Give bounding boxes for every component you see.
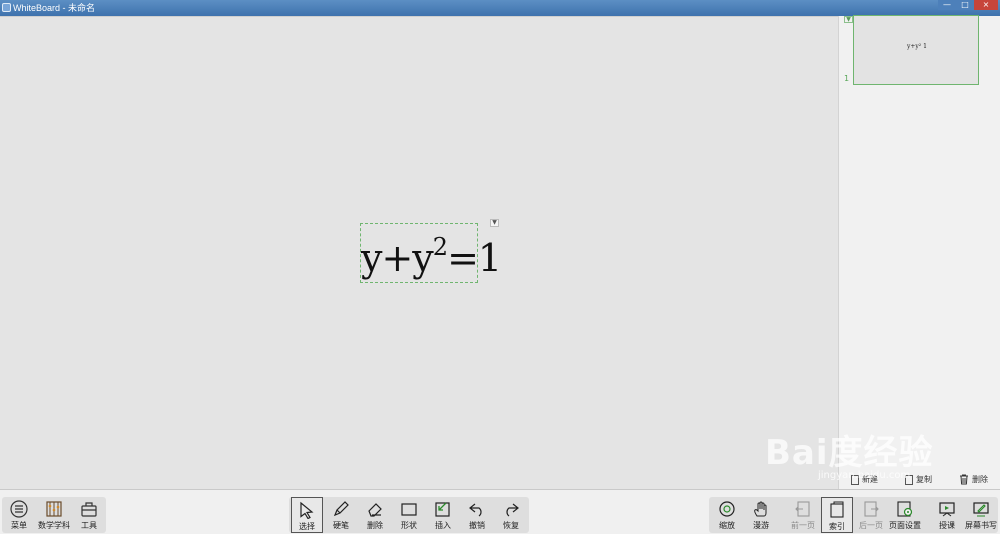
formula-selection-box[interactable]: y+y2=1: [360, 223, 502, 283]
page-settings-icon: [897, 501, 913, 517]
prev-page-icon: [795, 501, 810, 517]
trash-icon: [960, 474, 968, 485]
page-settings-button[interactable]: 页面设置: [889, 497, 921, 533]
hand-icon: [754, 501, 767, 517]
zoom-icon: [719, 501, 735, 517]
copy-page-label: 复制: [916, 475, 932, 484]
pen-icon: [333, 501, 349, 517]
page-settings-label: 页面设置: [889, 521, 921, 530]
window-title: WhiteBoard - 未命名: [13, 3, 96, 13]
rectangle-icon: [401, 503, 417, 516]
index-icon: [830, 501, 844, 518]
pan-button[interactable]: 漫游: [745, 497, 777, 533]
math-subject-button[interactable]: 数学学科: [38, 497, 70, 533]
prev-page-button[interactable]: 前一页: [787, 497, 819, 533]
toolbar-center-group: 选择 硬笔 删除 形状 插入 撤销 恢复: [289, 497, 529, 533]
menu-button[interactable]: 菜单: [4, 497, 34, 533]
page-actions: 新建 复制 删除: [839, 471, 1000, 489]
formula-rest: =1: [447, 236, 502, 280]
tools-button[interactable]: 工具: [74, 497, 104, 533]
insert-icon: [435, 502, 450, 517]
chevron-down-icon[interactable]: ▼: [490, 219, 499, 227]
formula-base: y+y: [361, 236, 434, 280]
whiteboard-canvas[interactable]: y+y2=1 ▼: [0, 16, 838, 489]
new-page-icon: [851, 474, 859, 485]
toolbox-icon: [81, 502, 97, 517]
screen-write-label: 屏幕书写: [965, 521, 997, 530]
formula-exponent: 2: [432, 233, 448, 261]
new-page-label: 新建: [862, 475, 878, 484]
title-bar: WhiteBoard - 未命名 — □ ×: [0, 0, 1000, 16]
present-icon: [939, 502, 955, 517]
toolbar-left-group: 菜单 数学学科 工具: [2, 497, 106, 533]
copy-page-icon: [905, 474, 913, 485]
screen-write-icon: [973, 502, 989, 517]
pan-label: 漫游: [753, 521, 769, 530]
menu-icon: [10, 500, 28, 518]
abacus-icon: [46, 501, 62, 517]
page-index-panel: ▼ y+y² 1 1 新建 复制 删除: [838, 15, 1000, 489]
copy-page-button[interactable]: 复制: [905, 471, 932, 489]
minimize-button[interactable]: —: [938, 0, 956, 10]
undo-icon: [469, 503, 482, 517]
maximize-button[interactable]: □: [956, 0, 974, 10]
app-icon: [2, 3, 11, 12]
new-page-button[interactable]: 新建: [851, 471, 878, 489]
chevron-down-icon[interactable]: ▼: [844, 16, 853, 23]
close-button[interactable]: ×: [974, 0, 998, 10]
page-thumbnail[interactable]: y+y² 1: [853, 15, 979, 85]
tools-label: 工具: [81, 521, 97, 530]
screen-write-button[interactable]: 屏幕书写: [965, 497, 997, 533]
delete-page-label: 删除: [972, 475, 988, 484]
delete-page-button[interactable]: 删除: [959, 471, 988, 489]
bottom-toolbar: 菜单 数学学科 工具 选择 硬笔 删除 形状 插入 撤销 恢复 缩放 漫游 前一…: [0, 489, 1000, 534]
cursor-icon: [300, 501, 314, 519]
page-number: 1: [844, 74, 850, 83]
redo-button[interactable]: 恢复: [495, 497, 527, 533]
next-page-icon: [864, 501, 879, 517]
redo-icon: [506, 503, 519, 517]
thumbnail-formula: y+y² 1: [907, 43, 927, 50]
redo-label: 恢复: [503, 521, 519, 530]
toolbar-right-group: 缩放 漫游 前一页 索引 后一页 页面设置 授课 屏幕书写: [709, 497, 998, 533]
eraser-icon: [368, 503, 382, 517]
formula-text: y+y2=1: [361, 233, 502, 283]
